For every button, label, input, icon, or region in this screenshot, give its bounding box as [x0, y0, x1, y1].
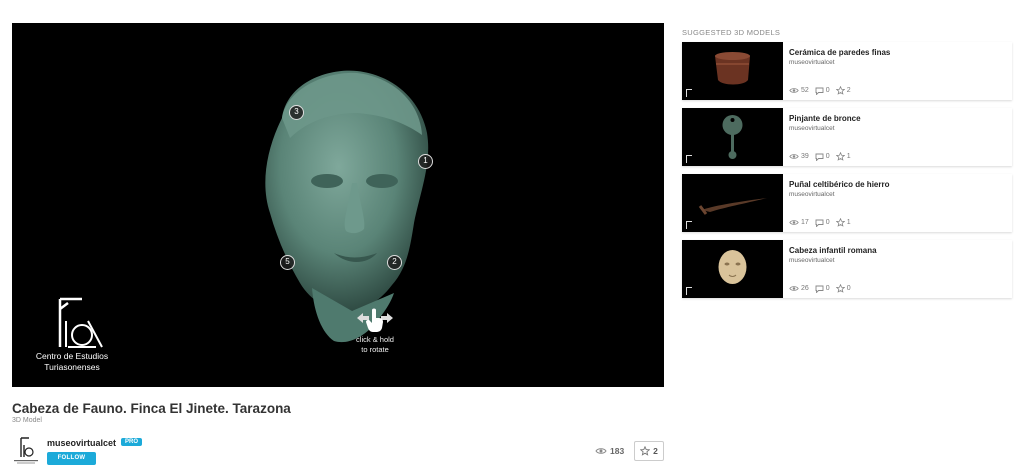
eye-icon [595, 448, 607, 454]
mini-logo-icon [686, 89, 692, 97]
viewer-logo: Centro de Estudios Turiasonenses [22, 291, 122, 381]
comment-icon [815, 219, 824, 227]
card-title[interactable]: Cabeza infantil romana [789, 246, 877, 255]
card-views: 52 [801, 87, 809, 94]
bronze-pendant-thumbnail [722, 115, 743, 159]
pro-badge: PRO [121, 438, 143, 446]
card-stats: 17 0 1 [789, 218, 851, 227]
model-title: Cabeza de Fauno. Finca El Jinete. Tarazo… [12, 401, 291, 416]
rotate-hint-line2: to rotate [361, 345, 389, 354]
suggested-model-card[interactable]: Pinjante de bronce museovirtualcet 39 0 … [682, 108, 1012, 166]
avatar[interactable] [12, 435, 40, 465]
hotspot-1[interactable]: 1 [418, 154, 433, 169]
card-stats: 52 0 2 [789, 86, 851, 95]
author-logo-icon [14, 437, 38, 464]
card-author[interactable]: museovirtualcet [789, 59, 835, 66]
star-icon [835, 86, 845, 95]
rotate-hint: click & hold to rotate [330, 306, 420, 355]
card-likes: 1 [846, 219, 851, 226]
model-subtitle: 3D Model [12, 417, 42, 424]
like-button[interactable]: 2 [634, 441, 664, 461]
logo-line1: Centro de Estudios [35, 351, 109, 361]
hotspot-5[interactable]: 5 [280, 255, 295, 270]
card-views: 39 [801, 153, 809, 160]
card-author[interactable]: museovirtualcet [789, 125, 835, 132]
card-comments: 0 [825, 219, 830, 226]
star-icon [835, 218, 845, 227]
card-stats: 26 0 0 [789, 284, 851, 293]
card-likes: 0 [846, 285, 851, 292]
card-likes: 2 [846, 87, 851, 94]
iron-dagger-thumbnail [698, 198, 767, 215]
mini-logo-icon [686, 287, 692, 295]
model-viewer[interactable]: 1 2 3 5 click & hold to rotate Centro de… [12, 23, 664, 387]
suggested-model-card[interactable]: Puñal celtibérico de hierro museovirtual… [682, 174, 1012, 232]
comment-icon [815, 87, 824, 95]
comment-icon [815, 153, 824, 161]
author-name[interactable]: museovirtualcet [47, 438, 116, 448]
model-thumbnail[interactable] [682, 42, 783, 100]
logo-text: Centro de Estudios Turiasonenses [22, 351, 122, 373]
card-views: 26 [801, 285, 809, 292]
suggested-model-card[interactable]: Cerámica de paredes finas museovirtualce… [682, 42, 1012, 100]
rotate-hint-line1: click & hold [356, 335, 394, 344]
model-thumbnail[interactable] [682, 108, 783, 166]
star-icon [835, 284, 845, 293]
view-count-value: 183 [610, 446, 625, 456]
card-comments: 0 [825, 153, 830, 160]
model-thumbnail[interactable] [682, 174, 783, 232]
hotspot-3[interactable]: 3 [289, 105, 304, 120]
comment-icon [815, 285, 824, 293]
eye-icon [789, 286, 799, 291]
card-author[interactable]: museovirtualcet [789, 191, 835, 198]
sidebar-title: SUGGESTED 3D MODELS [682, 28, 781, 37]
suggested-model-card[interactable]: Cabeza infantil romana museovirtualcet 2… [682, 240, 1012, 298]
ceramic-cup-thumbnail [715, 52, 750, 85]
card-likes: 1 [846, 153, 851, 160]
child-head-thumbnail [718, 250, 747, 284]
mini-logo-icon [686, 221, 692, 229]
card-author[interactable]: museovirtualcet [789, 257, 835, 264]
mini-logo-icon [686, 155, 692, 163]
like-count: 2 [653, 446, 658, 456]
view-count: 183 [595, 446, 624, 456]
eye-icon [789, 154, 799, 159]
rotate-hand-icon [357, 308, 393, 332]
card-views: 17 [801, 219, 809, 226]
star-icon [835, 152, 845, 161]
card-comments: 0 [825, 87, 830, 94]
model-thumbnail[interactable] [682, 240, 783, 298]
eye-icon [789, 220, 799, 225]
card-comments: 0 [825, 285, 830, 292]
eye-icon [789, 88, 799, 93]
card-title[interactable]: Cerámica de paredes finas [789, 48, 890, 57]
card-title[interactable]: Pinjante de bronce [789, 114, 861, 123]
card-stats: 39 0 1 [789, 152, 851, 161]
star-icon [640, 446, 651, 456]
card-title[interactable]: Puñal celtibérico de hierro [789, 180, 889, 189]
cet-logo-mark [58, 297, 103, 348]
logo-line2: Turiasonenses [44, 362, 100, 372]
hotspot-2[interactable]: 2 [387, 255, 402, 270]
follow-button[interactable]: FOLLOW [47, 452, 96, 465]
